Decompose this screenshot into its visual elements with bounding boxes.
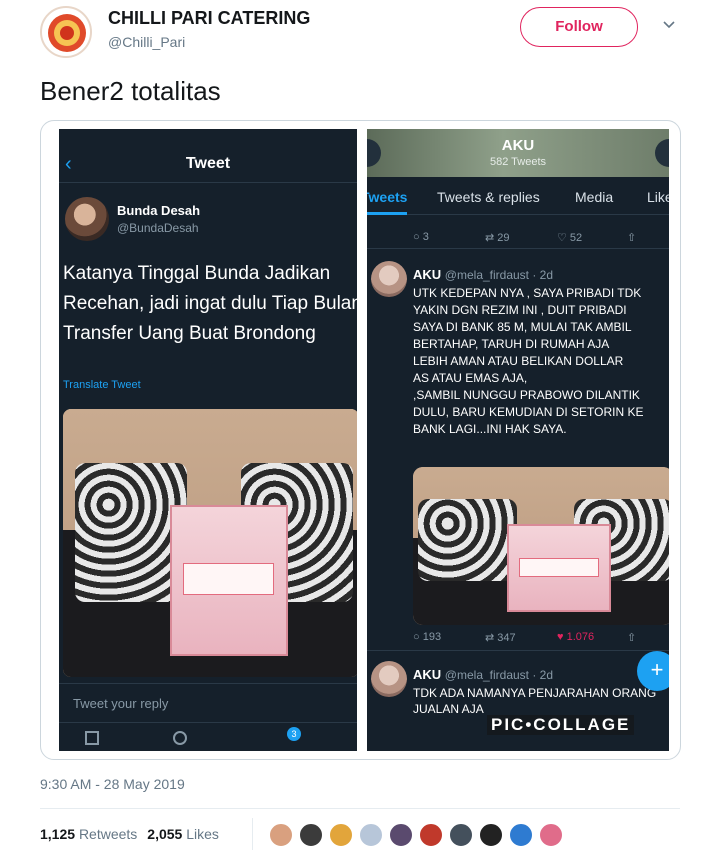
tweet-text: Bener2 totalitas (40, 76, 221, 106)
tab-tweets[interactable]: Tweets (367, 189, 407, 205)
quoted-tweet-text: Katanya Tinggal Bunda Jadikan Recehan, j… (63, 263, 357, 344)
tweet-body: UTK KEDEPAN NYA , SAYA PRIBADI TDK YAKIN… (413, 286, 644, 436)
liker-avatar[interactable] (298, 822, 324, 848)
share-icon[interactable]: ⇧ (627, 231, 636, 244)
compose-plus-icon[interactable]: + (637, 651, 669, 691)
tweet-photo[interactable] (413, 467, 669, 625)
liker-avatar[interactable] (328, 822, 354, 848)
tab-media[interactable]: Media (575, 189, 613, 205)
tweet-stats: 1,125 Retweets 2,055 Likes (40, 826, 219, 842)
tweet-author[interactable]: AKU @mela_firdaust · 2d (413, 667, 553, 682)
tweet-avatar[interactable] (371, 261, 407, 297)
retweet-count: 29 (497, 232, 510, 244)
profile-name: AKU (501, 137, 535, 154)
retweets-stat[interactable]: 1,125 Retweets (40, 826, 137, 842)
reply-icon[interactable]: ○ 193 (413, 631, 441, 643)
liker-avatar[interactable] (358, 822, 384, 848)
like-count: 1.076 (566, 631, 595, 643)
liker-avatar[interactable] (478, 822, 504, 848)
retweets-label: Retweets (78, 826, 138, 842)
home-icon[interactable] (85, 731, 99, 745)
likes-count: 2,055 (147, 826, 183, 842)
liker-avatar[interactable] (268, 822, 294, 848)
heart-icon[interactable]: ♥ 1.076 (557, 631, 594, 643)
tweet-body: TDK ADA NAMANYA PENJARAHAN ORANG JUALAN … (413, 686, 657, 716)
account-display-name[interactable]: CHILLI PARI CATERING (108, 8, 310, 29)
account-avatar[interactable] (40, 6, 92, 58)
reply-box[interactable]: Tweet your reply (59, 683, 357, 723)
stats-divider (252, 818, 253, 850)
tweet-author-meta: @mela_firdaust · 2d (444, 268, 554, 282)
watermark: PIC•COLLAGE (487, 715, 635, 735)
tab-likes[interactable]: Likes (647, 189, 669, 205)
author-handle[interactable]: @BundaDesah (117, 221, 199, 235)
profile-header: AKU 582 Tweets (367, 129, 669, 177)
retweets-count: 1,125 (40, 826, 76, 842)
like-count: 52 (569, 232, 583, 244)
tweet-actions: ○ 193 ⇄ 347 ♥ 1.076 ⇧ (367, 627, 669, 651)
likes-label: Likes (186, 826, 219, 842)
screenshot-left: ‹ Tweet Bunda Desah @BundaDesah Katanya … (59, 129, 357, 751)
liker-avatar[interactable] (388, 822, 414, 848)
left-nav-bar: ‹ Tweet (59, 147, 357, 183)
retweet-count: 347 (497, 632, 516, 644)
tweet-media[interactable]: ‹ Tweet Bunda Desah @BundaDesah Katanya … (40, 120, 681, 760)
author-name[interactable]: Bunda Desah (117, 203, 200, 218)
left-nav-title: Tweet (185, 155, 231, 172)
author-avatar[interactable] (65, 197, 109, 241)
tweet-item[interactable]: AKU @mela_firdaust · 2d TDK ADA NAMANYA … (367, 661, 669, 751)
search-icon[interactable] (173, 731, 187, 745)
divider (40, 808, 680, 809)
profile-tweet-count: 582 Tweets (489, 156, 547, 168)
reply-count: 3 (422, 231, 429, 243)
tweet-actions-top: ○ 3 ⇄ 29 ♡ 52 ⇧ (367, 227, 669, 249)
tweet-header: CHILLI PARI CATERING @Chilli_Pari Follow (40, 6, 680, 66)
liker-avatar[interactable] (538, 822, 564, 848)
profile-tabs: Tweets Tweets & replies Media Likes (367, 179, 669, 215)
money-photo[interactable] (63, 409, 357, 677)
tab-tweets-replies[interactable]: Tweets & replies (437, 189, 540, 205)
liker-avatar[interactable] (508, 822, 534, 848)
tweet-avatar[interactable] (371, 661, 407, 697)
chevron-down-icon[interactable] (662, 18, 676, 32)
reply-count: 193 (422, 631, 442, 643)
account-handle[interactable]: @Chilli_Pari (108, 34, 185, 50)
reply-placeholder[interactable]: Tweet your reply (73, 696, 168, 711)
liker-avatar[interactable] (418, 822, 444, 848)
tweet-author-name: AKU (413, 667, 442, 682)
reply-icon[interactable]: ○ 3 (413, 231, 429, 243)
likes-stat[interactable]: 2,055 Likes (147, 826, 219, 842)
follow-button[interactable]: Follow (520, 7, 638, 47)
tweet-timestamp[interactable]: 9:30 AM - 28 May 2019 (40, 776, 185, 792)
notification-badge[interactable]: 3 (287, 727, 301, 741)
tweet-author-meta: @mela_firdaust · 2d (444, 668, 554, 682)
translate-link[interactable]: Translate Tweet (63, 379, 141, 391)
tweet-author[interactable]: AKU @mela_firdaust · 2d (413, 267, 553, 282)
share-icon[interactable]: ⇧ (627, 631, 636, 644)
liker-avatar[interactable] (448, 822, 474, 848)
retweet-icon[interactable]: ⇄ 347 (485, 631, 516, 644)
left-tab-bar: 3 (59, 727, 357, 751)
screenshot-right: AKU 582 Tweets Tweets Tweets & replies M… (367, 129, 669, 751)
retweet-icon[interactable]: ⇄ 29 (485, 231, 510, 244)
active-tab-indicator (367, 212, 407, 215)
tweet-author-name: AKU (413, 267, 442, 282)
heart-icon[interactable]: ♡ 52 (557, 231, 582, 244)
